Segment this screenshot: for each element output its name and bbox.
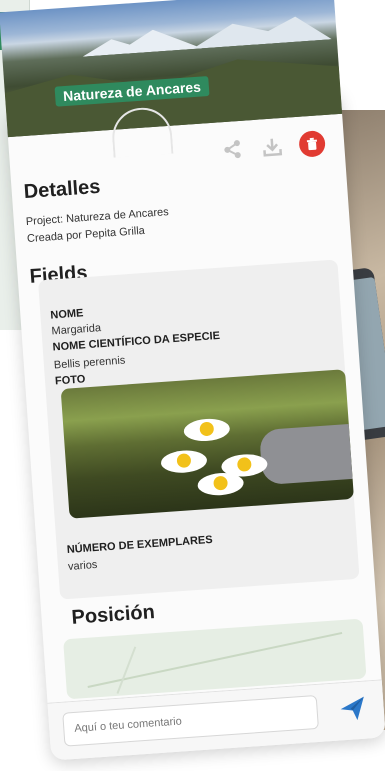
photo-rock bbox=[258, 424, 353, 486]
detail-card: Natureza de Ancares Detalles Project: Na… bbox=[0, 0, 385, 771]
mountain-snow bbox=[81, 26, 202, 56]
field-photo[interactable] bbox=[60, 369, 354, 519]
project-hero-image: Natureza de Ancares bbox=[0, 0, 343, 138]
daisy-flower bbox=[220, 452, 269, 479]
send-icon[interactable] bbox=[338, 693, 370, 725]
trash-icon[interactable] bbox=[298, 130, 327, 158]
download-icon[interactable] bbox=[258, 133, 286, 161]
share-icon[interactable] bbox=[218, 136, 246, 164]
comment-input[interactable]: Aquí o teu comentario bbox=[62, 694, 319, 747]
daisy-flower bbox=[183, 417, 231, 443]
map-road bbox=[87, 631, 343, 688]
mountain-snow bbox=[190, 11, 332, 49]
map-road bbox=[116, 646, 137, 694]
daisy-flower bbox=[160, 449, 208, 475]
field-label: NOME bbox=[50, 307, 84, 322]
field-label: FOTO bbox=[54, 373, 86, 388]
field-value: varios bbox=[67, 558, 98, 573]
